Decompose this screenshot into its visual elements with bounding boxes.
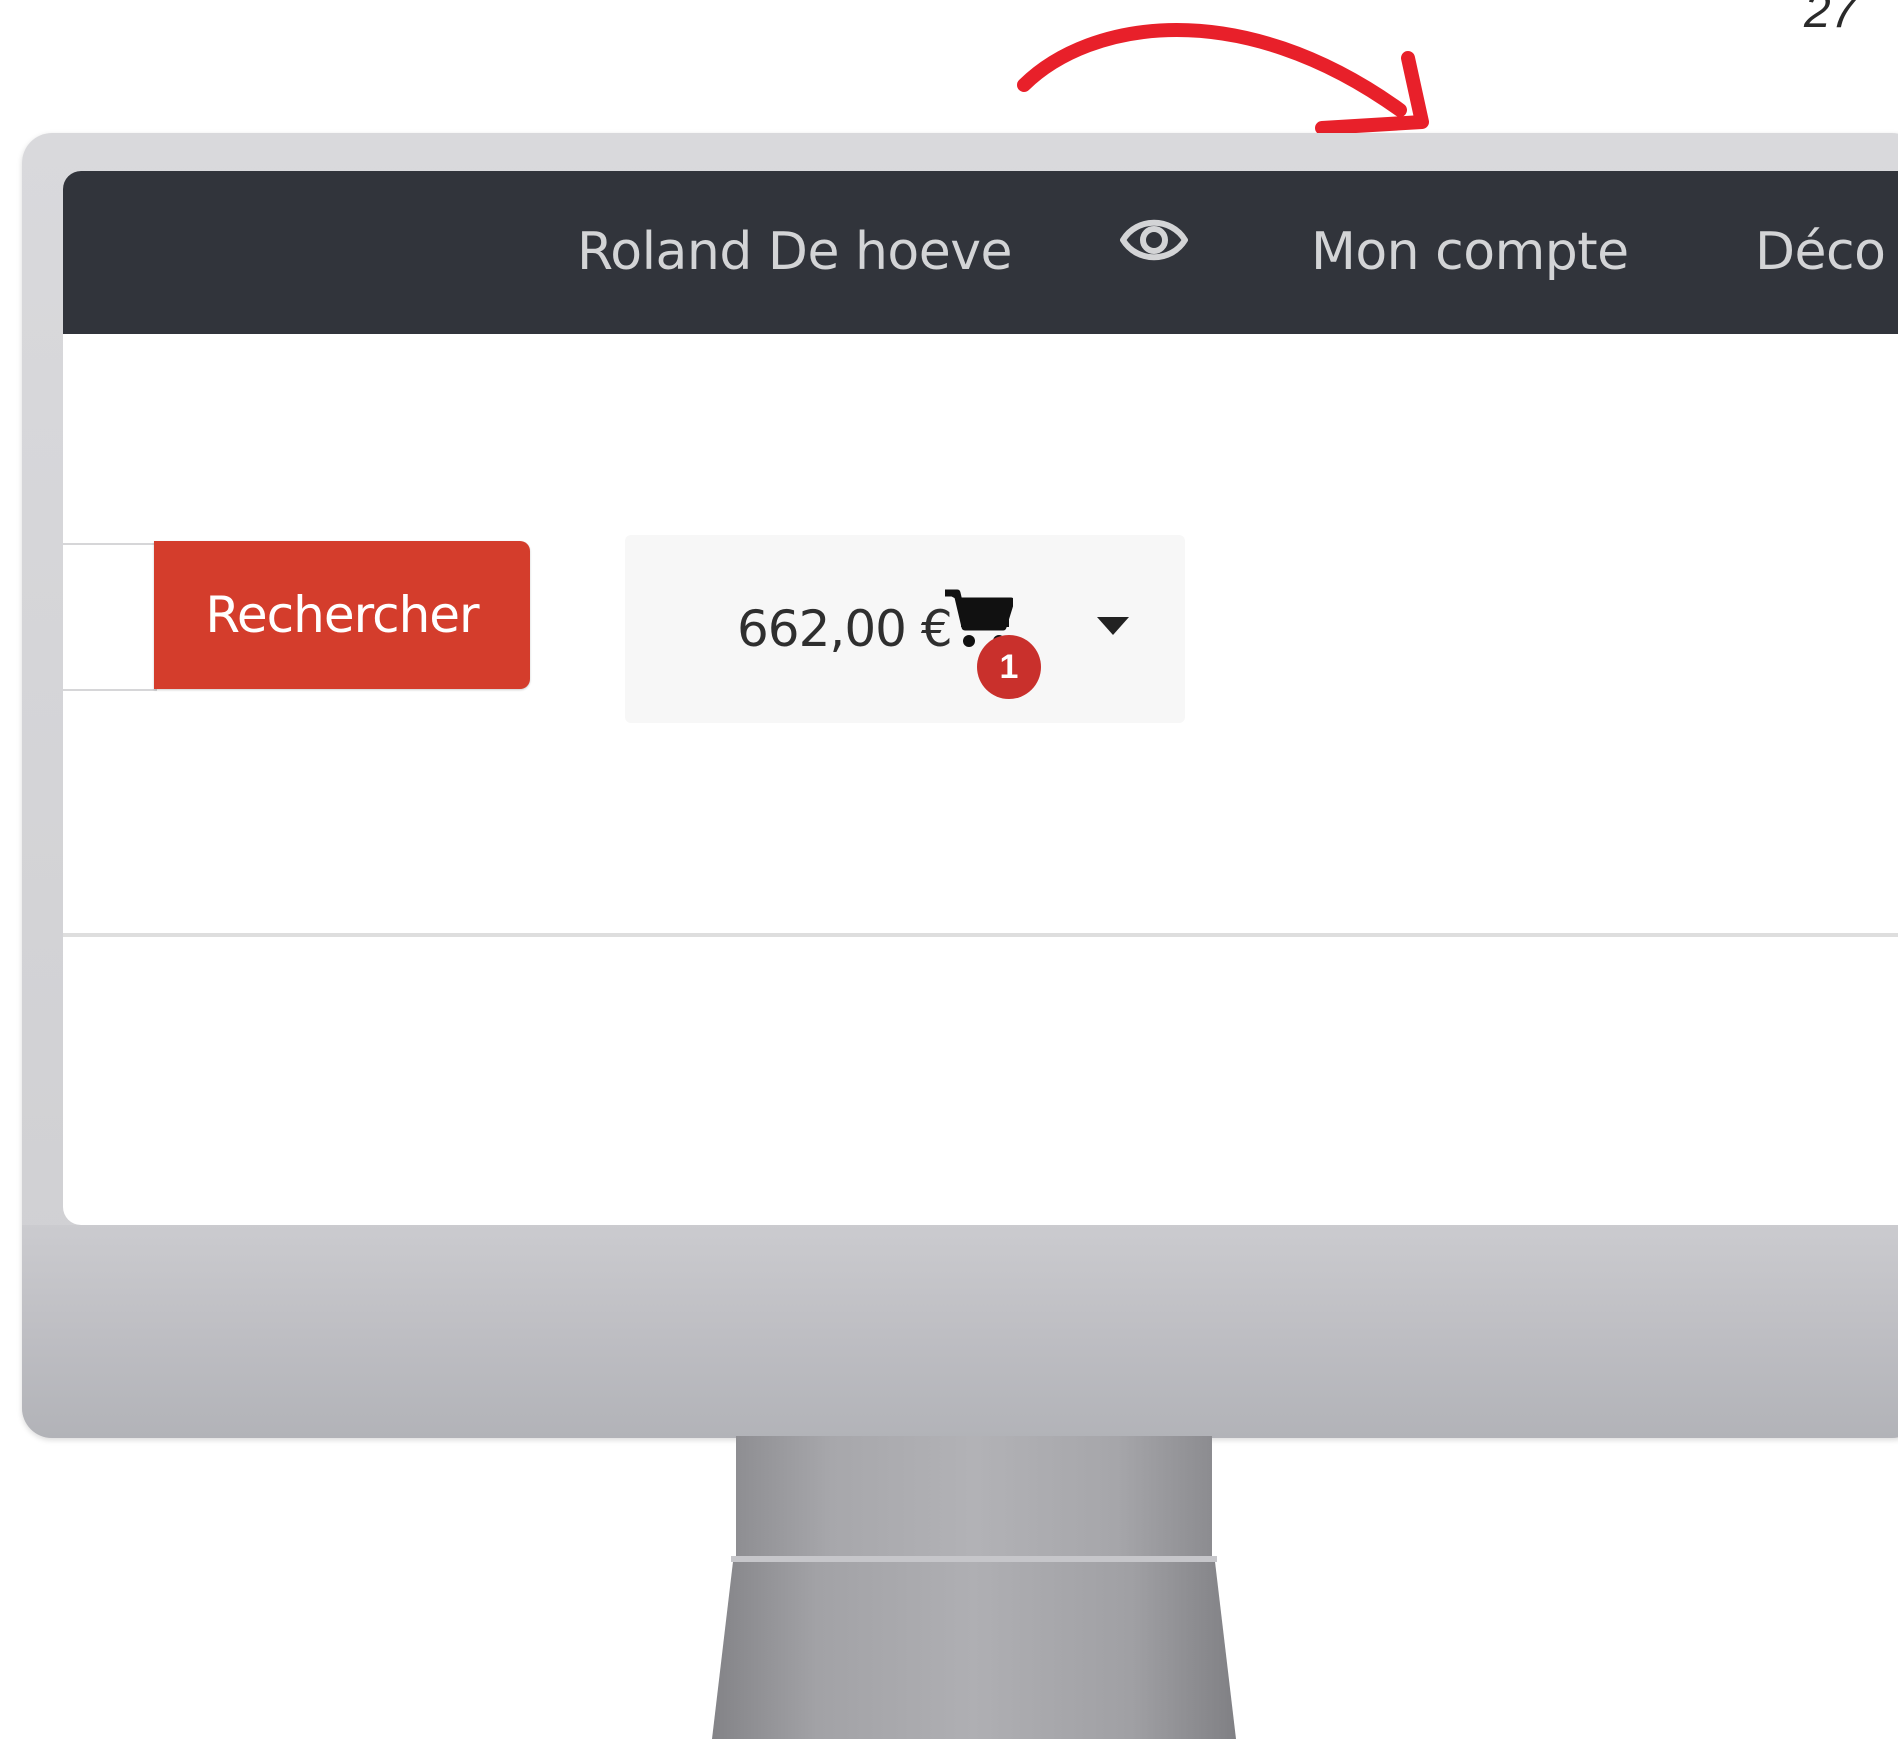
monitor-stand-base [712, 1562, 1236, 1739]
cart-widget[interactable]: 662,00 € 1 [625, 535, 1185, 723]
caret-down-icon[interactable] [1097, 617, 1129, 637]
nav-account-link[interactable]: Mon compte [1311, 171, 1629, 334]
screen: Roland De hoeve Mon compte Déco Recherch… [63, 171, 1898, 1225]
top-navbar: Roland De hoeve Mon compte Déco [63, 171, 1898, 334]
header-divider [63, 933, 1898, 937]
cart-count-badge: 1 [977, 635, 1041, 699]
monitor-stand-neck [736, 1436, 1212, 1564]
monitor-chin [22, 1225, 1898, 1438]
eye-icon[interactable] [1119, 205, 1189, 275]
search-button[interactable]: Rechercher [154, 541, 530, 689]
search-input[interactable] [63, 543, 157, 691]
monitor-stand-ridge [731, 1556, 1217, 1562]
nav-logout-link[interactable]: Déco [1755, 171, 1886, 334]
cart-total: 662,00 € [737, 600, 953, 658]
page: 27 Roland De hoeve Mon compte Déco Reche… [0, 0, 1898, 1739]
page-number: 27 [1804, 0, 1858, 38]
annotation-arrow-icon [1017, 23, 1429, 135]
nav-user-name-link[interactable]: Roland De hoeve [577, 171, 1013, 334]
